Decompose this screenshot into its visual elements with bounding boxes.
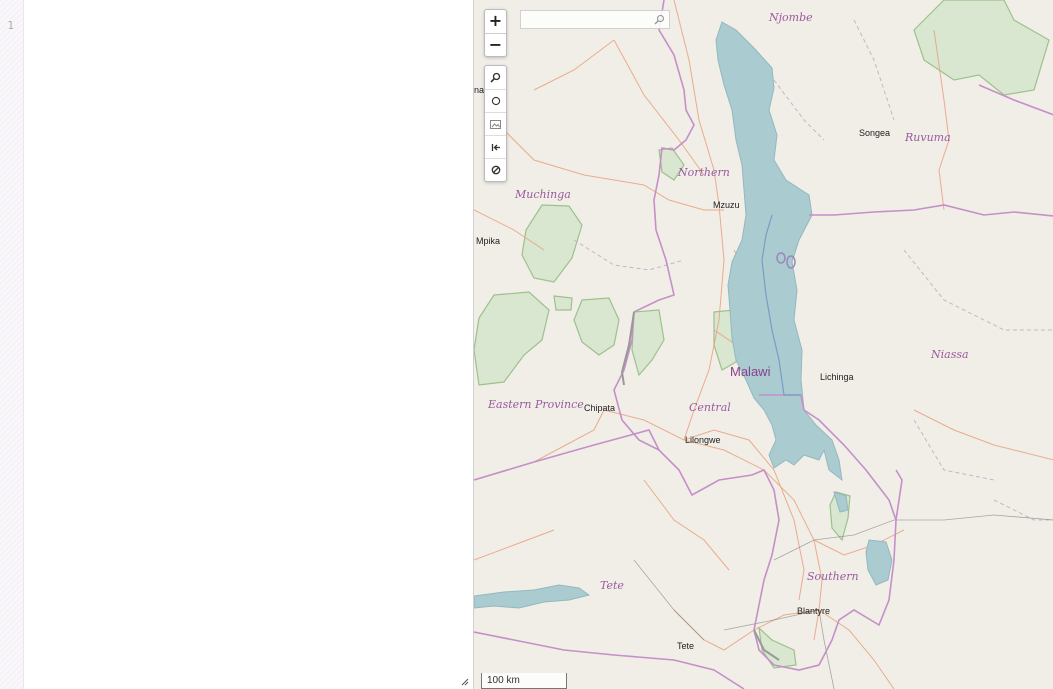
circle-tool-button[interactable] — [485, 89, 506, 112]
label-niassa: Niassa — [931, 348, 969, 361]
label-northern: Northern — [678, 166, 730, 179]
map-tiles — [474, 0, 1053, 689]
code-editor[interactable]: 1 — [0, 0, 473, 689]
label-tete-region: Tete — [600, 579, 624, 592]
label-malawi: Malawi — [730, 364, 771, 379]
image-icon — [490, 119, 501, 129]
search-icon[interactable] — [654, 14, 665, 25]
circle-icon — [491, 96, 500, 106]
resize-grip-icon[interactable] — [459, 676, 469, 686]
skip-back-icon — [491, 143, 500, 151]
scale-bar: 100 km — [481, 673, 567, 689]
map-view[interactable]: Njombe Songea Ruvuma Northern Mzuzu Much… — [473, 0, 1053, 689]
label-lichinga: Lichinga — [820, 372, 854, 382]
label-songea: Songea — [859, 128, 891, 138]
line-gutter: 1 — [0, 0, 24, 689]
park-area — [521, 204, 583, 283]
park-area — [758, 626, 797, 669]
label-njombe: Njombe — [769, 11, 813, 24]
zoom-control: + − — [484, 9, 507, 57]
label-muchinga: Muchinga — [515, 188, 571, 201]
map-search-box — [520, 10, 670, 32]
park-area — [913, 0, 1050, 96]
label-central: Central — [689, 401, 731, 414]
magnifier-icon — [490, 72, 501, 83]
lake-chilwa — [865, 539, 893, 586]
park-area — [631, 309, 665, 377]
label-tete-city: Tete — [677, 641, 695, 651]
label-lilongwe: Lilongwe — [685, 435, 721, 445]
zoom-out-button[interactable]: − — [485, 33, 506, 56]
label-ruvuma: Ruvuma — [905, 131, 951, 144]
park-area — [573, 297, 620, 356]
map-toolbar — [484, 65, 507, 182]
clear-tool-button[interactable] — [485, 158, 506, 181]
label-chipata: Chipata — [584, 403, 616, 413]
label-na: na — [474, 85, 485, 95]
search-tool-button[interactable] — [485, 66, 506, 89]
code-text-area[interactable] — [25, 0, 473, 689]
cahora-bassa-lake — [474, 584, 591, 609]
line-number: 1 — [7, 19, 14, 32]
prohibited-icon — [491, 165, 500, 175]
label-eastern-province: Eastern Province — [488, 398, 584, 411]
park-area — [553, 295, 573, 311]
label-mpika: Mpika — [476, 236, 501, 246]
park-area — [474, 291, 550, 386]
map-search-input[interactable] — [521, 15, 649, 32]
label-southern: Southern — [807, 570, 859, 583]
label-mzuzu: Mzuzu — [713, 200, 740, 210]
railway — [633, 514, 1053, 689]
label-blantyre: Blantyre — [797, 606, 831, 616]
image-tool-button[interactable] — [485, 112, 506, 135]
reset-tool-button[interactable] — [485, 135, 506, 158]
zoom-in-button[interactable]: + — [485, 10, 506, 33]
